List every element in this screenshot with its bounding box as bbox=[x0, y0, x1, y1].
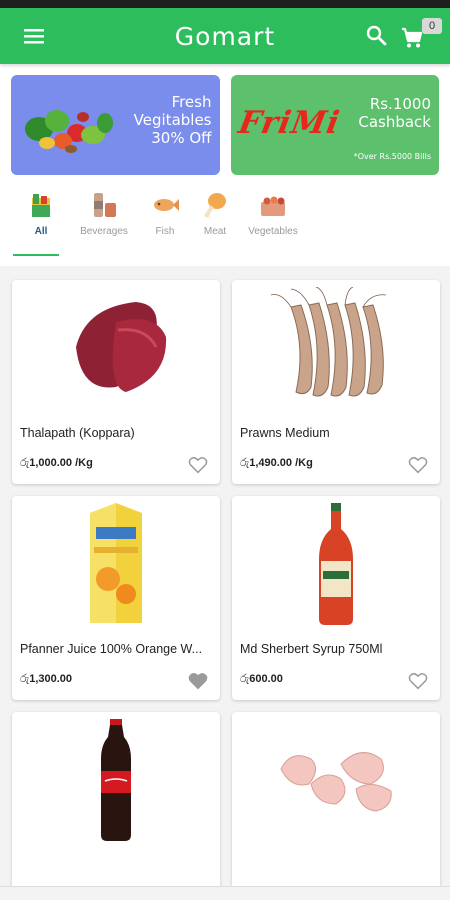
banner-fresh-vegetables[interactable]: Fresh Vegitables 30% Off bbox=[11, 75, 220, 175]
banner-1-line2: Vegitables bbox=[133, 111, 212, 129]
banner-2-line1: Rs.1000 bbox=[369, 95, 431, 113]
tab-meat-label: Meat bbox=[203, 226, 227, 237]
product-image bbox=[12, 712, 220, 846]
product-card[interactable] bbox=[232, 712, 440, 900]
product-name bbox=[232, 846, 440, 858]
tab-fish[interactable]: Fish bbox=[138, 178, 192, 266]
syrup-bottle-image bbox=[319, 503, 353, 625]
chicken-wings-image bbox=[280, 752, 392, 812]
status-bar bbox=[0, 0, 450, 8]
favorite-heart-icon[interactable] bbox=[408, 456, 428, 474]
tab-beverages-label: Beverages bbox=[80, 226, 128, 237]
coca-cola-bottle-image bbox=[101, 719, 131, 841]
tab-vegetables[interactable]: Vegetables bbox=[238, 178, 308, 266]
app-bar: Gomart 0 bbox=[0, 8, 450, 64]
product-name: Md Sherbert Syrup 750Ml bbox=[240, 642, 383, 656]
bottles-icon bbox=[94, 193, 116, 217]
favorite-heart-filled-icon[interactable] bbox=[188, 672, 208, 690]
cart-icon bbox=[402, 27, 423, 48]
product-card[interactable]: Prawns Medium රු1,490.00 /Kg bbox=[232, 280, 440, 484]
search-icon bbox=[366, 25, 387, 46]
tab-beverages[interactable]: Beverages bbox=[70, 178, 138, 266]
tab-fish-label: Fish bbox=[155, 226, 175, 237]
product-grid: Thalapath (Koppara) රු1,000.00 /Kg Prawn… bbox=[12, 280, 440, 900]
product-price: රු1,000.00 /Kg bbox=[20, 457, 93, 470]
product-price: රු1,300.00 bbox=[20, 673, 72, 686]
product-name: Pfanner Juice 100% Orange W... bbox=[20, 642, 203, 656]
product-image bbox=[12, 280, 220, 414]
bottom-edge bbox=[0, 886, 450, 900]
banner-1-line3: 30% Off bbox=[151, 129, 212, 147]
price-value: 1,300.00 bbox=[29, 673, 73, 685]
price-value: 1,490.00 /Kg bbox=[249, 457, 313, 469]
banner-2-text: Rs.1000 Cashback bbox=[358, 95, 431, 131]
vegetables-image bbox=[25, 110, 113, 153]
active-tab-indicator bbox=[13, 254, 59, 256]
product-card[interactable] bbox=[12, 712, 220, 900]
tab-all-label: All bbox=[34, 226, 48, 237]
tab-all[interactable]: All bbox=[12, 178, 70, 266]
product-image bbox=[232, 280, 440, 414]
product-card[interactable]: Md Sherbert Syrup 750Ml රු600.00 bbox=[232, 496, 440, 700]
product-card[interactable]: Thalapath (Koppara) රු1,000.00 /Kg bbox=[12, 280, 220, 484]
banner-1-line1: Fresh bbox=[171, 93, 212, 111]
product-name: Prawns Medium bbox=[240, 426, 330, 440]
banner-2-note: *Over Rs.5000 Bills bbox=[353, 152, 431, 161]
frimi-logo: FriMi bbox=[235, 105, 343, 141]
category-tabs: All Beverages Fish Meat Vegetables bbox=[0, 178, 450, 266]
product-name bbox=[12, 846, 220, 858]
favorite-heart-icon[interactable] bbox=[408, 672, 428, 690]
grocery-bag-icon bbox=[32, 194, 50, 217]
currency-symbol: රු bbox=[240, 457, 250, 469]
prawns-image bbox=[270, 287, 387, 397]
banner-frimi-cashback[interactable]: FriMi Rs.1000 Cashback *Over Rs.5000 Bil… bbox=[230, 75, 439, 175]
cart-count-badge: 0 bbox=[422, 18, 442, 34]
price-value: 600.00 bbox=[249, 673, 283, 685]
price-value: 1,000.00 /Kg bbox=[29, 457, 93, 469]
favorite-heart-icon[interactable] bbox=[188, 456, 208, 474]
tab-vegetables-label: Vegetables bbox=[248, 226, 298, 237]
product-image bbox=[12, 496, 220, 630]
product-price: රු600.00 bbox=[240, 673, 283, 686]
currency-symbol: රු bbox=[20, 457, 30, 469]
currency-symbol: රු bbox=[240, 673, 250, 685]
product-price: රු1,490.00 /Kg bbox=[240, 457, 313, 470]
product-grid-container: Thalapath (Koppara) රු1,000.00 /Kg Prawn… bbox=[0, 266, 450, 900]
product-image bbox=[232, 496, 440, 630]
tuna-steak-image bbox=[76, 302, 167, 392]
product-card[interactable]: Pfanner Juice 100% Orange W... රු1,300.0… bbox=[12, 496, 220, 700]
product-image bbox=[232, 712, 440, 846]
search-button[interactable] bbox=[364, 23, 390, 49]
currency-symbol: රු bbox=[20, 673, 30, 685]
veg-basket-icon bbox=[261, 196, 285, 216]
drumstick-icon bbox=[204, 193, 226, 218]
banner-1-text: Fresh Vegitables 30% Off bbox=[134, 93, 212, 147]
banner-2-line2: Cashback bbox=[358, 113, 431, 131]
tab-meat[interactable]: Meat bbox=[192, 178, 238, 266]
product-name: Thalapath (Koppara) bbox=[20, 426, 135, 440]
fish-icon bbox=[154, 199, 179, 211]
juice-carton-image bbox=[90, 503, 142, 623]
